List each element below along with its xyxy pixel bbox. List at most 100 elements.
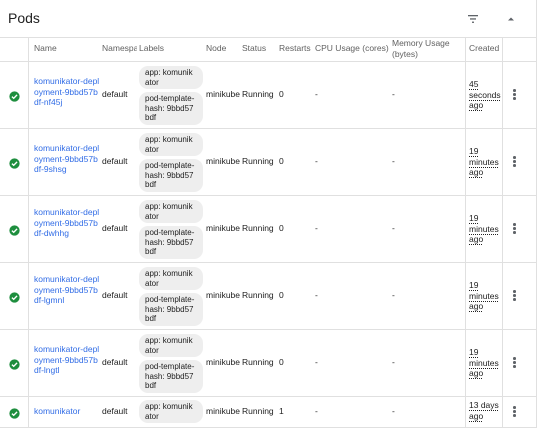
check-circle-icon (9, 223, 20, 236)
pod-node[interactable]: minikube (206, 406, 240, 417)
pod-name-link[interactable]: komunikator-deployment-9bbd57bdf-dwhhg (34, 207, 100, 239)
filter-icon[interactable] (466, 12, 480, 26)
pod-restarts: 0 (279, 89, 284, 99)
pod-node[interactable]: minikube (206, 156, 240, 167)
label-chip: app: komunikator (139, 66, 203, 89)
pod-name-link[interactable]: komunikator-deployment-9bbd57bdf-9shsg (34, 143, 100, 175)
menu-dot (513, 164, 516, 167)
pod-status: Running (242, 290, 274, 300)
more-vert-icon[interactable] (508, 87, 520, 101)
menu-dot (513, 160, 516, 163)
label-chip: app: komunikator (139, 267, 203, 290)
menu-dot (513, 93, 516, 96)
column-header-memory[interactable]: Memory Usage (392, 38, 450, 48)
check-circle-icon (9, 156, 20, 169)
menu-dot (513, 357, 516, 360)
pod-node[interactable]: minikube (206, 223, 240, 234)
menu-dot (513, 365, 516, 368)
label-chip: pod-template-hash: 9bbd57bdf (139, 92, 203, 125)
pod-labels: app: komunikator pod-template-hash: 9bbd5… (139, 267, 203, 329)
pod-status: Running (242, 406, 274, 416)
menu-dot (513, 231, 516, 234)
pod-status: Running (242, 89, 274, 99)
pod-namespace: default (102, 89, 128, 99)
pod-labels: app: komunikator (139, 400, 203, 426)
pod-labels: app: komunikator pod-template-hash: 9bbd5… (139, 66, 203, 128)
pod-created: 19 minutes ago (469, 213, 499, 245)
pod-restarts: 1 (279, 406, 284, 416)
pod-node[interactable]: minikube (206, 357, 240, 368)
pod-memory-usage: - (392, 89, 395, 99)
pod-name-link[interactable]: komunikator-deployment-9bbd57bdf-nf45j (34, 76, 100, 108)
pod-status: Running (242, 223, 274, 233)
table-row[interactable]: komunikator-deployment-9bbd57bdf-dwhhg de… (0, 196, 537, 263)
more-vert-icon[interactable] (508, 404, 520, 418)
pod-memory-usage: - (392, 223, 395, 233)
menu-dot (513, 298, 516, 301)
pod-restarts: 0 (279, 290, 284, 300)
pod-node[interactable]: minikube (206, 290, 240, 301)
pod-created: 13 days ago (469, 400, 499, 421)
pod-created: 45 seconds ago (469, 79, 501, 111)
pod-memory-usage: - (392, 406, 395, 416)
label-chip: pod-template-hash: 9bbd57bdf (139, 360, 203, 393)
check-circle-icon (9, 89, 20, 102)
pod-cpu-usage: - (315, 156, 318, 166)
pod-memory-usage: - (392, 357, 395, 367)
label-chip: app: komunikator (139, 200, 203, 223)
pod-namespace: default (102, 156, 128, 166)
menu-dot (513, 156, 516, 159)
table-row[interactable]: komunikator-deployment-9bbd57bdf-9shsg de… (0, 129, 537, 196)
pod-cpu-usage: - (315, 223, 318, 233)
menu-dot (513, 223, 516, 226)
menu-dot (513, 89, 516, 92)
label-chip: pod-template-hash: 9bbd57bdf (139, 226, 203, 259)
label-chip: app: komunikator (139, 334, 203, 357)
menu-dot (513, 97, 516, 100)
table-header (0, 38, 537, 62)
pod-status: Running (242, 156, 274, 166)
menu-dot (513, 414, 516, 417)
pod-labels: app: komunikator pod-template-hash: 9bbd5… (139, 334, 203, 396)
label-chip: pod-template-hash: 9bbd57bdf (139, 293, 203, 326)
pod-node[interactable]: minikube (206, 89, 240, 100)
menu-dot (513, 227, 516, 230)
pod-memory-usage: - (392, 290, 395, 300)
pod-created: 19 minutes ago (469, 280, 499, 312)
pod-name-link[interactable]: komunikator (34, 406, 100, 417)
pod-labels: app: komunikator pod-template-hash: 9bbd5… (139, 200, 203, 262)
pod-cpu-usage: - (315, 357, 318, 367)
pods-card: Pods Name Namespace Labels Node Status R… (0, 0, 537, 428)
pod-restarts: 0 (279, 357, 284, 367)
pod-name-link[interactable]: komunikator-deployment-9bbd57bdf-lgmnl (34, 274, 100, 306)
table-row[interactable]: komunikator-deployment-9bbd57bdf-lgmnl de… (0, 263, 537, 330)
pod-status: Running (242, 357, 274, 367)
card-title: Pods (8, 10, 40, 26)
table-row[interactable]: komunikator default app: komunikator miniku… (0, 397, 537, 428)
more-vert-icon[interactable] (508, 221, 520, 235)
chevron-up-icon[interactable] (504, 12, 518, 26)
card-header: Pods (0, 0, 537, 38)
table-row[interactable]: komunikator-deployment-9bbd57bdf-lngtl de… (0, 330, 537, 397)
column-header-memory-unit: (bytes) (392, 49, 418, 59)
pod-namespace: default (102, 290, 128, 300)
pod-namespace: default (102, 406, 128, 416)
menu-dot (513, 290, 516, 293)
table-row[interactable]: komunikator-deployment-9bbd57bdf-nf45j de… (0, 62, 537, 129)
pod-memory-usage: - (392, 156, 395, 166)
label-chip: pod-template-hash: 9bbd57bdf (139, 159, 203, 192)
more-vert-icon[interactable] (508, 154, 520, 168)
pod-name-link[interactable]: komunikator-deployment-9bbd57bdf-lngtl (34, 344, 100, 376)
label-chip: app: komunikator (139, 400, 203, 423)
pod-namespace: default (102, 357, 128, 367)
pod-restarts: 0 (279, 223, 284, 233)
pod-labels: app: komunikator pod-template-hash: 9bbd5… (139, 133, 203, 195)
check-circle-icon (9, 406, 20, 419)
pod-cpu-usage: - (315, 406, 318, 416)
pod-namespace: default (102, 223, 128, 233)
pod-created: 19 minutes ago (469, 347, 499, 379)
more-vert-icon[interactable] (508, 288, 520, 302)
menu-dot (513, 406, 516, 409)
more-vert-icon[interactable] (508, 355, 520, 369)
pod-cpu-usage: - (315, 290, 318, 300)
